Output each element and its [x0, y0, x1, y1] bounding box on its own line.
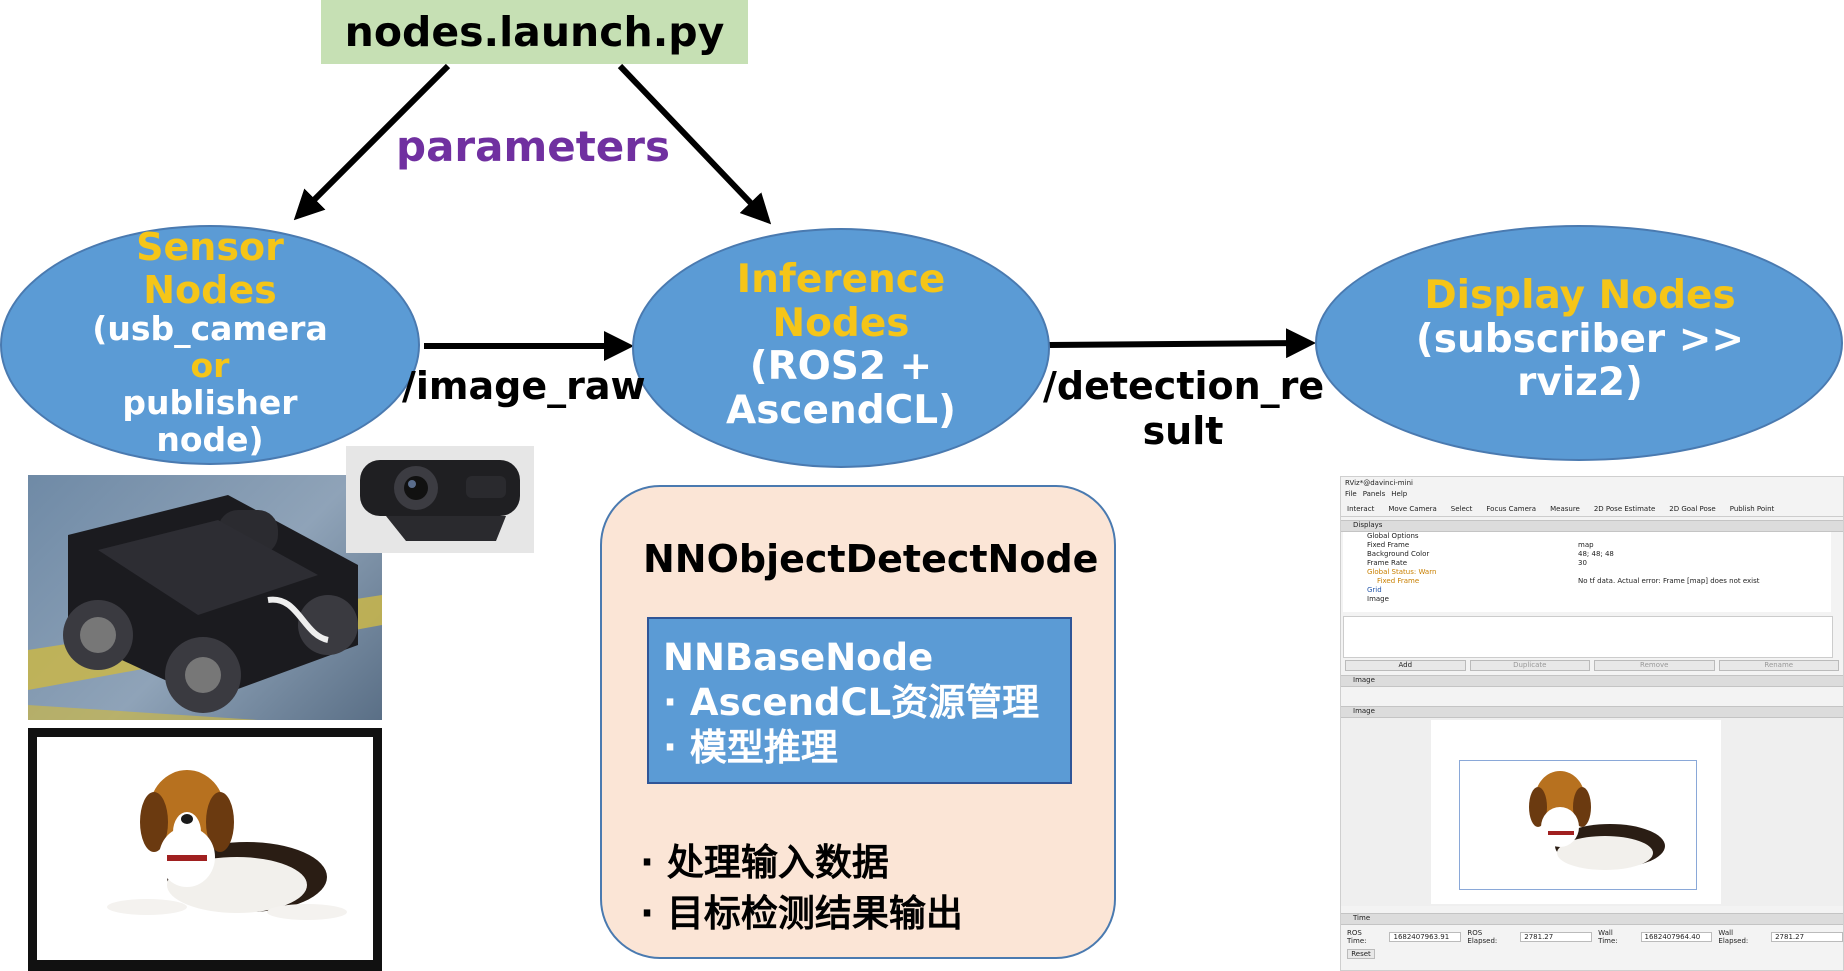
rviz-tree-name-0[interactable]: Global Options — [1367, 532, 1419, 540]
rviz-remove-button[interactable]: Remove — [1594, 660, 1715, 671]
base-node-item-1: · AscendCL资源管理 — [663, 681, 1040, 725]
topic-detection-line-2: sult — [1142, 408, 1224, 453]
rviz-duplicate-button[interactable]: Duplicate — [1469, 660, 1590, 671]
rviz-image-view — [1341, 718, 1843, 906]
inference-line-2: AscendCL) — [726, 388, 956, 434]
sensor-title-1: Sensor — [136, 225, 284, 269]
rviz-tree-value-5[interactable]: No tf data. Actual error: Frame [map] do… — [1578, 577, 1760, 585]
sensor-line-4: node) — [156, 419, 264, 459]
rviz-tree-name-3[interactable]: Frame Rate — [1367, 559, 1407, 567]
object-detect-node-title: NNObjectDetectNode — [643, 537, 1099, 581]
rviz-screenshot: RViz*@davinci-mini File Panels Help Inte… — [1340, 476, 1844, 971]
display-nodes-text: Display Nodes (subscriber >> rviz2) — [1340, 274, 1820, 405]
rviz-image-panel-2-header: Image — [1341, 706, 1843, 718]
rviz-wall-elapsed-field[interactable]: 2781.27 — [1771, 932, 1844, 942]
rviz-toolbar: Interact Move Camera Select Focus Camera… — [1341, 502, 1843, 517]
architecture-diagram: nodes.launch.py parameters Sensor Nodes … — [0, 0, 1844, 971]
sensor-title-2: Nodes — [143, 267, 277, 312]
topic-detection-line-1: /detection_re — [1043, 364, 1325, 408]
rviz-time-fields: ROS Time: 1682407963.91 ROS Elapsed: 278… — [1341, 929, 1844, 945]
rviz-tree-name-7[interactable]: Image — [1367, 595, 1389, 603]
launch-file-box: nodes.launch.py — [321, 0, 748, 64]
display-title: Display Nodes — [1424, 273, 1736, 318]
rviz-tool-move-camera[interactable]: Move Camera — [1388, 505, 1436, 513]
rviz-tool-select[interactable]: Select — [1451, 505, 1473, 513]
sensor-line-1: (usb_camera — [92, 309, 328, 349]
inference-nodes-text: Inference Nodes (ROS2 + AscendCL) — [651, 258, 1031, 433]
rviz-dog-image — [1529, 771, 1665, 870]
base-node-title: NNBaseNode — [663, 636, 934, 679]
rviz-detection-box — [1459, 760, 1697, 890]
launch-file-label: nodes.launch.py — [344, 8, 725, 56]
parameters-label: parameters — [396, 122, 670, 171]
rviz-displays-header: Displays — [1341, 520, 1843, 532]
rviz-ros-elapsed-label: ROS Elapsed: — [1467, 929, 1498, 945]
rviz-add-button[interactable]: Add — [1345, 660, 1466, 671]
base-node-box: NNBaseNode · AscendCL资源管理 · 模型推理 — [647, 617, 1072, 784]
rviz-tree-name-4[interactable]: Global Status: Warn — [1367, 568, 1436, 576]
rviz-menu-file[interactable]: File — [1345, 490, 1357, 498]
rviz-tool-interact[interactable]: Interact — [1347, 505, 1374, 513]
rviz-tree-value-2[interactable]: 48; 48; 48 — [1578, 550, 1614, 558]
rviz-tree-value-3[interactable]: 30 — [1578, 559, 1587, 567]
base-node-item-2: · 模型推理 — [663, 726, 838, 770]
sensor-or: or — [190, 346, 230, 386]
rviz-displays-tree: Global Options Fixed Frame map Backgroun… — [1343, 532, 1831, 612]
display-line-1: (subscriber >> — [1415, 316, 1745, 362]
inference-title-2: Nodes — [772, 300, 910, 346]
arrow-detection-result — [1048, 328, 1316, 359]
rviz-tool-goal-pose[interactable]: 2D Goal Pose — [1669, 505, 1715, 513]
sensor-line-3: publisher — [122, 383, 298, 422]
inference-title-1: Inference — [736, 257, 946, 302]
dog-photo — [37, 737, 373, 960]
rviz-ros-time-label: ROS Time: — [1347, 929, 1367, 945]
rviz-display-desc — [1343, 616, 1833, 658]
rviz-menu-bar: File Panels Help — [1345, 490, 1843, 498]
rviz-tree-name-5[interactable]: Fixed Frame — [1377, 577, 1419, 585]
robot-car-photo — [28, 475, 382, 720]
rviz-tree-name-1[interactable]: Fixed Frame — [1367, 541, 1409, 549]
rviz-menu-help[interactable]: Help — [1391, 490, 1407, 498]
webcam-photo — [346, 446, 534, 553]
rviz-ros-time-field[interactable]: 1682407963.91 — [1389, 932, 1462, 942]
rviz-wall-elapsed-label: Wall Elapsed: — [1718, 929, 1749, 945]
rviz-tool-focus-camera[interactable]: Focus Camera — [1486, 505, 1536, 513]
rviz-display-buttons: Add Duplicate Remove Rename — [1341, 660, 1843, 671]
rviz-tool-measure[interactable]: Measure — [1550, 505, 1580, 513]
rviz-image-canvas — [1431, 720, 1721, 904]
rviz-tree-name-2[interactable]: Background Color — [1367, 550, 1429, 558]
display-line-2: rviz2) — [1517, 360, 1643, 406]
rviz-wall-time-label: Wall Time: — [1598, 929, 1618, 945]
sensor-nodes-text: Sensor Nodes (usb_camera or publisher no… — [40, 226, 380, 459]
rviz-image-panel-1-header: Image — [1341, 675, 1843, 687]
rviz-tool-publish-point[interactable]: Publish Point — [1730, 505, 1775, 513]
object-detect-node-box: NNObjectDetectNode NNBaseNode · AscendCL… — [600, 485, 1116, 959]
rviz-tree-name-6[interactable]: Grid — [1367, 586, 1382, 594]
rviz-menu-panels[interactable]: Panels — [1363, 490, 1386, 498]
detector-item-2: · 目标检测结果输出 — [640, 892, 963, 935]
rviz-rename-button[interactable]: Rename — [1718, 660, 1839, 671]
dog-photo-frame — [28, 728, 382, 971]
rviz-tree-value-1[interactable]: map — [1578, 541, 1594, 549]
rviz-wall-time-field[interactable]: 1682407964.40 — [1640, 932, 1713, 942]
detector-item-1: · 处理输入数据 — [640, 841, 889, 884]
rviz-window-title: RViz*@davinci-mini — [1345, 479, 1413, 487]
topic-image-raw: /image_raw — [402, 364, 646, 408]
rviz-reset-button[interactable]: Reset — [1347, 949, 1375, 959]
rviz-time-header: Time — [1341, 913, 1843, 925]
topic-detection-result: /detection_re sult — [1043, 364, 1325, 454]
inference-line-1: (ROS2 + — [749, 344, 933, 390]
rviz-tool-pose-estimate[interactable]: 2D Pose Estimate — [1594, 505, 1655, 513]
rviz-ros-elapsed-field[interactable]: 2781.27 — [1520, 932, 1593, 942]
